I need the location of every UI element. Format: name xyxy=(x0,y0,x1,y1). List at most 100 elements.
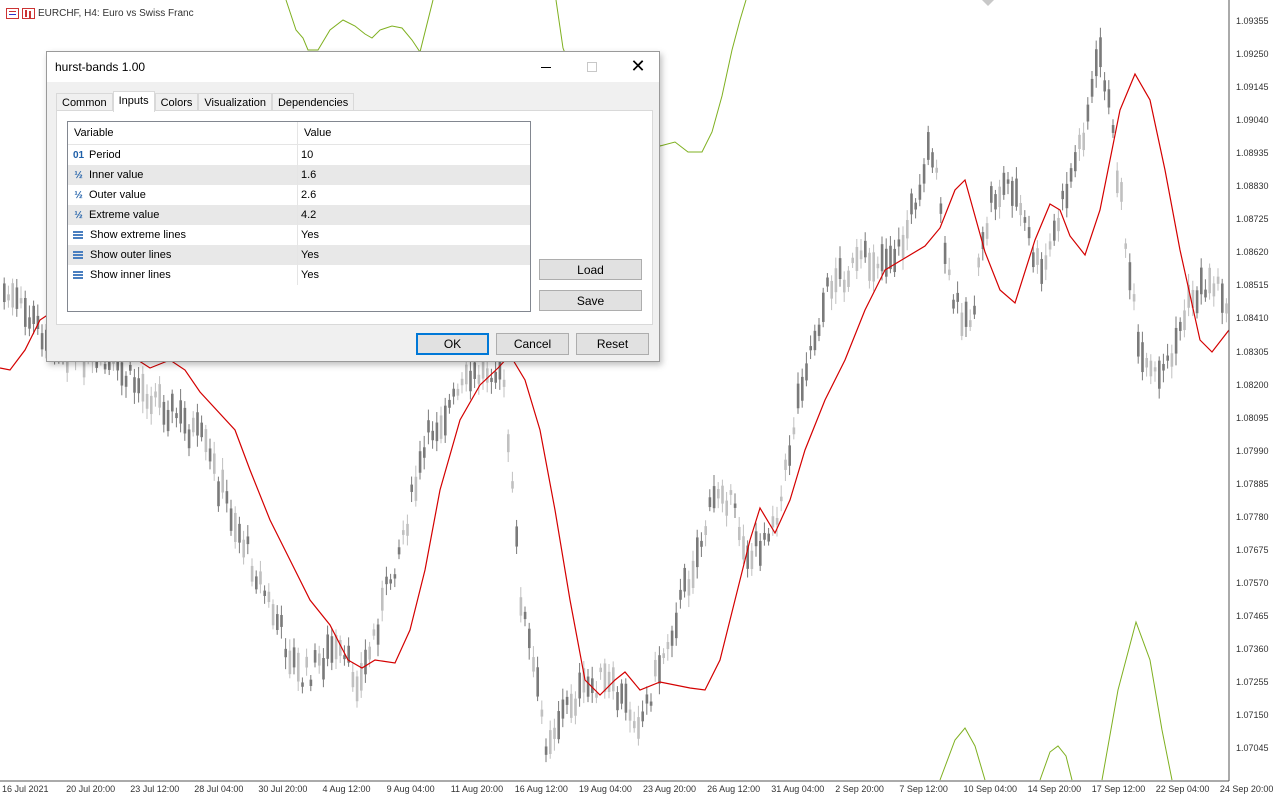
candle-body xyxy=(700,540,703,547)
candle-body xyxy=(906,220,909,239)
price-tick-label: 1.08515 xyxy=(1236,280,1269,291)
table-row[interactable]: ½ Extreme value 4.2 xyxy=(68,205,530,225)
candle-body xyxy=(402,530,405,535)
candle-body xyxy=(1158,360,1161,389)
candle-body xyxy=(1103,80,1106,92)
candle-body xyxy=(595,692,598,698)
price-tick-label: 1.08410 xyxy=(1236,313,1269,324)
candle-body xyxy=(3,283,6,303)
price-tick-label: 1.09040 xyxy=(1236,115,1269,126)
ok-button[interactable]: OK xyxy=(416,333,489,355)
double-icon: ½ xyxy=(74,169,83,181)
enum-icon xyxy=(73,251,83,259)
double-icon: ½ xyxy=(74,209,83,221)
value-cell[interactable]: 1.6 xyxy=(298,165,530,185)
candle-body xyxy=(288,650,292,675)
price-tick-label: 1.07045 xyxy=(1236,743,1269,754)
minimize-button[interactable] xyxy=(523,52,569,82)
price-tick-label: 1.07885 xyxy=(1236,478,1269,489)
candle-body xyxy=(82,361,86,378)
candle-body xyxy=(158,384,161,408)
tab-dependencies[interactable]: Dependencies xyxy=(271,93,355,111)
value-cell[interactable]: 10 xyxy=(298,145,530,165)
candle-body xyxy=(628,709,632,721)
table-row[interactable]: Show outer lines Yes xyxy=(68,245,530,265)
candle-body xyxy=(7,294,10,301)
candle-body xyxy=(246,536,250,545)
candle-body xyxy=(1153,367,1157,372)
candle-body xyxy=(834,268,838,293)
maximize-button[interactable] xyxy=(569,52,615,82)
candle-body xyxy=(490,377,493,383)
table-row[interactable]: ½ Inner value 1.6 xyxy=(68,165,530,185)
date-tick-label: 9 Aug 04:00 xyxy=(386,784,435,794)
candle-body xyxy=(192,417,195,433)
candle-body xyxy=(465,364,468,385)
candle-body xyxy=(355,676,359,702)
candle-body xyxy=(120,362,124,386)
candle-body xyxy=(297,652,300,682)
candle-body xyxy=(150,395,153,415)
candle-body xyxy=(893,248,896,273)
candle-body xyxy=(129,364,132,371)
candle-body xyxy=(393,574,397,579)
candle-body xyxy=(28,317,31,329)
candle-body xyxy=(767,533,770,542)
candle-body xyxy=(717,488,720,499)
candle-body xyxy=(864,240,867,258)
candle-body xyxy=(679,589,682,600)
table-row[interactable]: 01 Period 10 xyxy=(68,145,530,165)
candle-body xyxy=(843,279,846,293)
dialog-titlebar[interactable]: hurst-bands 1.00 ✕ xyxy=(47,52,659,82)
candle-body xyxy=(418,451,422,473)
candle-body xyxy=(292,647,296,668)
candle-body xyxy=(952,299,955,309)
tab-colors[interactable]: Colors xyxy=(154,93,199,111)
candle-body xyxy=(1074,152,1077,172)
candle-body xyxy=(654,659,657,677)
candle-body xyxy=(494,371,497,383)
candle-body xyxy=(502,379,506,387)
candle-body xyxy=(414,476,418,501)
candle-body xyxy=(284,648,287,658)
hurst-outer-band-lower-3 xyxy=(1101,620,1173,781)
value-cell[interactable]: Yes xyxy=(298,245,530,265)
tab-common[interactable]: Common xyxy=(56,93,113,111)
candle-body xyxy=(15,287,19,309)
table-row[interactable]: Show extreme lines Yes xyxy=(68,225,530,245)
candle-body xyxy=(11,283,14,308)
table-row[interactable]: Show inner lines Yes xyxy=(68,265,530,285)
candle-body xyxy=(666,642,670,650)
shift-marker-icon[interactable] xyxy=(982,0,994,6)
value-cell[interactable]: 4.2 xyxy=(298,205,530,225)
reset-button[interactable]: Reset xyxy=(576,333,649,355)
candle-body xyxy=(1200,267,1203,295)
table-row[interactable]: ½ Outer value 2.6 xyxy=(68,185,530,205)
candle-body xyxy=(1027,227,1031,239)
column-header-value[interactable]: Value xyxy=(298,122,530,144)
load-button[interactable]: Load xyxy=(539,259,642,280)
candle-body xyxy=(397,547,401,555)
candle-body xyxy=(187,429,191,449)
tab-inputs[interactable]: Inputs xyxy=(112,91,155,112)
candle-body xyxy=(1057,217,1060,232)
candle-body xyxy=(578,672,581,699)
value-cell[interactable]: 2.6 xyxy=(298,185,530,205)
inputs-table: Variable Value 01 Period 10 ½ Inner value 1.6… xyxy=(67,121,531,312)
close-button[interactable]: ✕ xyxy=(615,52,661,82)
save-button[interactable]: Save xyxy=(539,290,642,311)
value-cell[interactable]: Yes xyxy=(298,225,530,245)
tab-visualization[interactable]: Visualization xyxy=(198,93,272,111)
candle-body xyxy=(691,560,695,588)
candle-body xyxy=(410,484,413,492)
price-tick-label: 1.08935 xyxy=(1236,148,1269,159)
candle-body xyxy=(1216,276,1220,284)
integer-icon: 01 xyxy=(72,149,85,161)
candle-body xyxy=(687,579,691,596)
cancel-button[interactable]: Cancel xyxy=(496,333,569,355)
candle-body xyxy=(221,469,224,493)
candle-body xyxy=(280,614,283,627)
candle-body xyxy=(960,312,964,336)
column-header-variable[interactable]: Variable xyxy=(68,122,298,144)
value-cell[interactable]: Yes xyxy=(298,265,530,285)
